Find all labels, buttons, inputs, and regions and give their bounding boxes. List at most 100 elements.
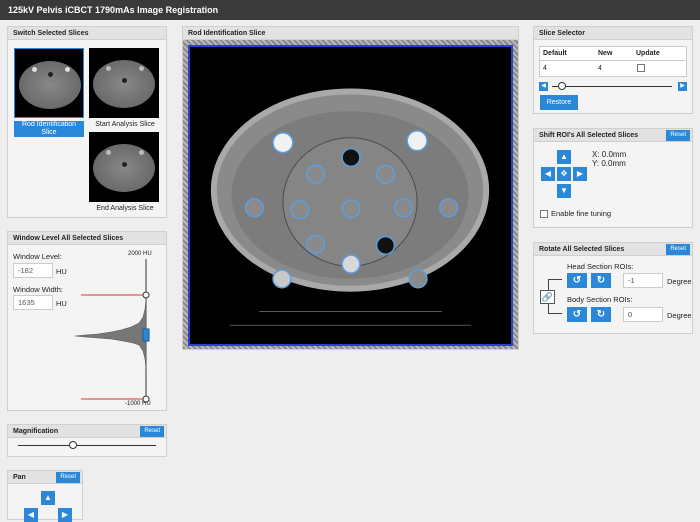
magnification-title-text: Magnification bbox=[13, 428, 59, 435]
restore-button[interactable]: Restore bbox=[540, 95, 578, 110]
viewer-title: Rod Identification Slice bbox=[183, 27, 518, 40]
thumb-rod bbox=[106, 150, 111, 155]
thumb-rod bbox=[32, 67, 37, 72]
slice-table: Default New Update 4 4 bbox=[539, 46, 687, 77]
window-level-unit: HU bbox=[56, 267, 67, 276]
col-default: Default bbox=[543, 50, 567, 57]
rotate-title: Rotate All Selected Slices Reset bbox=[534, 243, 692, 256]
thumb-end-analysis[interactable] bbox=[89, 132, 159, 202]
pan-title-text: Pan bbox=[13, 474, 26, 481]
ct-slice-image[interactable] bbox=[188, 45, 513, 346]
histogram-top-label: 2000 HU bbox=[128, 251, 152, 257]
magnification-knob[interactable] bbox=[69, 441, 78, 449]
shift-left-button[interactable]: ◀ bbox=[541, 167, 555, 181]
thumb-caption-rod-identification[interactable]: Rod Identification Slice bbox=[14, 121, 84, 137]
shift-y-readout: Y: 0.0mm bbox=[592, 159, 626, 168]
rotate-reset-button[interactable]: Reset bbox=[666, 244, 690, 255]
body-rotation-unit: Degrees bbox=[667, 311, 691, 320]
window-center-handle[interactable] bbox=[142, 328, 150, 342]
thumb-phantom bbox=[93, 60, 155, 108]
shift-roi-title-text: Shift ROI's All Selected Slices bbox=[539, 132, 639, 139]
magnification-reset-button[interactable]: Reset bbox=[140, 426, 164, 437]
slice-selector-title: Slice Selector bbox=[534, 27, 692, 40]
col-update: Update bbox=[636, 50, 660, 57]
thumb-caption-end-analysis[interactable]: End Analysis Slice bbox=[87, 205, 163, 213]
rod-roi[interactable] bbox=[341, 199, 361, 219]
slice-slider-track[interactable] bbox=[552, 86, 672, 87]
fine-tuning-label: Enable fine tuning bbox=[551, 209, 612, 218]
rod-roi[interactable] bbox=[341, 254, 361, 274]
thumb-caption-start-analysis[interactable]: Start Analysis Slice bbox=[87, 121, 163, 129]
window-upper-handle[interactable] bbox=[142, 291, 150, 299]
magnification-title: Magnification Reset bbox=[8, 425, 166, 438]
thumb-start-analysis[interactable] bbox=[89, 48, 159, 118]
pan-right-button[interactable]: ▶ bbox=[58, 508, 72, 522]
switch-slices-title: Switch Selected Slices bbox=[8, 27, 166, 40]
rod-roi[interactable] bbox=[244, 198, 264, 218]
switch-slices-panel: Switch Selected Slices Rod Identificatio… bbox=[7, 26, 167, 218]
slice-next-button[interactable]: ▶ bbox=[678, 82, 687, 91]
head-rotation-unit: Degrees bbox=[667, 277, 691, 286]
body-rotation-input[interactable]: 0 bbox=[623, 307, 663, 322]
thumb-phantom bbox=[19, 61, 81, 109]
shift-x-readout: X: 0.0mm bbox=[592, 150, 627, 159]
shift-roi-title: Shift ROI's All Selected Slices Reset bbox=[534, 129, 692, 142]
rod-roi[interactable] bbox=[272, 132, 294, 154]
window-lower-handle[interactable] bbox=[142, 395, 150, 403]
new-slice-value: 4 bbox=[598, 65, 602, 72]
head-rotation-label: Head Section ROIs: bbox=[567, 262, 634, 271]
histogram-shape bbox=[74, 298, 147, 370]
window-width-label: Window Width: bbox=[13, 285, 64, 294]
shift-up-button[interactable]: ▲ bbox=[557, 150, 571, 164]
magnification-track[interactable] bbox=[18, 445, 156, 446]
slice-prev-button[interactable]: ◀ bbox=[539, 82, 548, 91]
fine-tuning-checkbox[interactable] bbox=[540, 210, 548, 218]
rod-roi[interactable] bbox=[305, 234, 326, 254]
rod-roi[interactable] bbox=[406, 130, 428, 152]
rod-roi[interactable] bbox=[305, 164, 326, 184]
window-width-unit: HU bbox=[56, 299, 67, 308]
rod-roi[interactable] bbox=[375, 235, 396, 255]
window-level-input[interactable]: -182 bbox=[13, 263, 53, 278]
window-histogram[interactable] bbox=[73, 259, 163, 404]
pan-title: Pan Reset bbox=[8, 471, 82, 484]
pan-left-button[interactable]: ◀ bbox=[24, 508, 38, 522]
thumb-rod bbox=[139, 150, 144, 155]
head-rotate-ccw-button[interactable]: ↺ bbox=[567, 273, 587, 288]
rod-roi[interactable] bbox=[408, 269, 428, 289]
head-rotate-cw-button[interactable]: ↻ bbox=[591, 273, 611, 288]
thumb-rod bbox=[139, 66, 144, 71]
move-icon[interactable]: ✥ bbox=[557, 167, 571, 181]
app-title: 125kV Pelvis iCBCT 1790mAs Image Registr… bbox=[0, 0, 700, 20]
body-rotate-ccw-button[interactable]: ↺ bbox=[567, 307, 587, 322]
thumb-rod bbox=[48, 72, 53, 77]
slice-table-header: Default New Update bbox=[540, 47, 686, 61]
slice-selector-panel: Slice Selector Default New Update 4 4 ◀ … bbox=[533, 26, 693, 114]
slice-slider-knob[interactable] bbox=[558, 82, 566, 90]
shift-reset-button[interactable]: Reset bbox=[666, 130, 690, 141]
col-new: New bbox=[598, 50, 613, 57]
window-width-input[interactable]: 1635 bbox=[13, 295, 53, 310]
body-rotation-label: Body Section ROIs: bbox=[567, 295, 633, 304]
thumb-rod bbox=[106, 66, 111, 71]
rod-roi[interactable] bbox=[375, 164, 396, 184]
link-icon[interactable]: 🔗 bbox=[540, 290, 555, 304]
rod-roi[interactable] bbox=[439, 198, 459, 218]
head-rotation-input[interactable]: -1 bbox=[623, 273, 663, 288]
rod-roi[interactable] bbox=[393, 198, 413, 218]
rod-roi[interactable] bbox=[341, 147, 361, 168]
shift-right-button[interactable]: ▶ bbox=[573, 167, 587, 181]
thumb-rod-identification[interactable] bbox=[14, 48, 84, 118]
thumb-phantom bbox=[93, 144, 155, 192]
pan-up-button[interactable]: ▲ bbox=[41, 491, 55, 505]
pan-reset-button[interactable]: Reset bbox=[56, 472, 80, 483]
body-rotate-cw-button[interactable]: ↻ bbox=[591, 307, 611, 322]
rod-roi[interactable] bbox=[290, 200, 310, 220]
rotate-panel: Rotate All Selected Slices Reset Head Sec… bbox=[533, 242, 693, 334]
shift-roi-panel: Shift ROI's All Selected Slices Reset ▲ ◀… bbox=[533, 128, 693, 228]
rod-roi[interactable] bbox=[272, 269, 292, 289]
magnification-panel: Magnification Reset bbox=[7, 424, 167, 457]
window-level-panel: Window Level All Selected Slices Window … bbox=[7, 231, 167, 411]
shift-down-button[interactable]: ▼ bbox=[557, 184, 571, 198]
update-checkbox[interactable] bbox=[637, 64, 645, 72]
